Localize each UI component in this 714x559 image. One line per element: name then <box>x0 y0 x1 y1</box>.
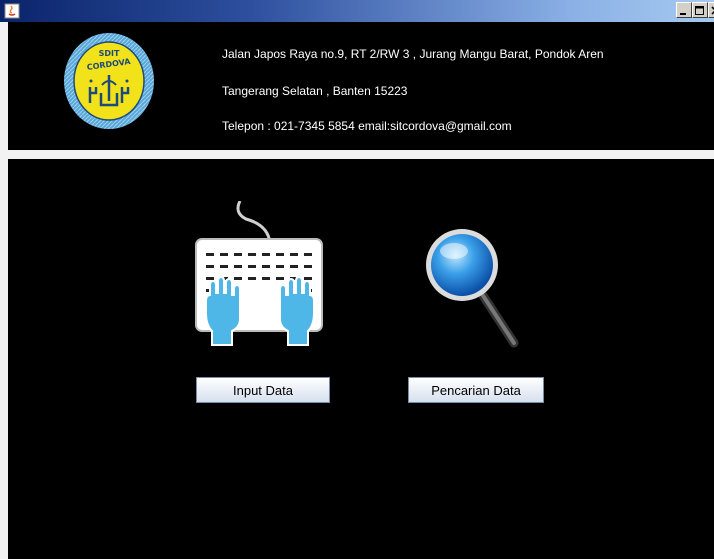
input-data-button[interactable]: Input Data <box>196 377 330 403</box>
svg-text:SDIT: SDIT <box>99 49 120 58</box>
minimize-button[interactable] <box>676 2 692 18</box>
java-icon <box>4 3 20 19</box>
close-button[interactable] <box>708 2 714 18</box>
address-line-1: Jalan Japos Raya no.9, RT 2/RW 3 , Juran… <box>222 47 604 61</box>
maximize-icon <box>695 6 704 15</box>
app-window: SDIT CORDOVA Jalan Japos Raya no.9, RT 2… <box>0 0 714 559</box>
keyboard-hands-icon[interactable] <box>190 201 330 357</box>
school-logo: SDIT CORDOVA <box>64 33 154 129</box>
title-bar[interactable] <box>0 0 714 22</box>
maximize-button[interactable] <box>692 2 708 18</box>
search-data-button[interactable]: Pencarian Data <box>408 377 544 403</box>
contact-line: Telepon : 021-7345 5854 email:sitcordova… <box>222 119 512 133</box>
header-divider <box>8 150 714 159</box>
header-panel: SDIT CORDOVA Jalan Japos Raya no.9, RT 2… <box>8 22 714 148</box>
close-icon <box>711 6 714 15</box>
address-line-2: Tangerang Selatan , Banten 15223 <box>222 84 408 98</box>
magnifier-icon[interactable] <box>422 225 522 353</box>
minimize-icon <box>680 13 686 15</box>
window-left-border <box>0 22 8 559</box>
menu-panel: Input Data Pencarian Data <box>8 159 714 559</box>
